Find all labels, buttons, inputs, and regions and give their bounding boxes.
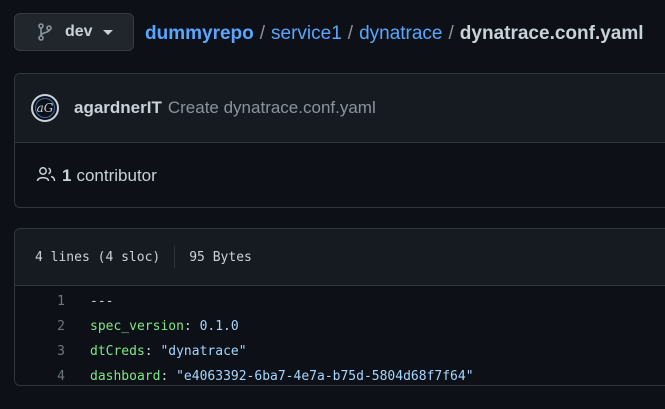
line-number[interactable]: 2 xyxy=(15,319,65,334)
yaml-separator: : xyxy=(144,344,161,359)
breadcrumb-repo-link[interactable]: dummyrepo xyxy=(145,23,254,44)
line-number[interactable]: 1 xyxy=(15,294,65,309)
yaml-value: "e4063392-6ba7-4e7a-b75d-5804d68f7f64" xyxy=(176,369,474,384)
code-line: 3 dtCreds: "dynatrace" xyxy=(15,339,665,364)
breadcrumb-dir-link[interactable]: dynatrace xyxy=(359,23,442,44)
breadcrumb-current-file: dynatrace.conf.yaml xyxy=(459,23,644,44)
line-number[interactable]: 3 xyxy=(15,344,65,359)
yaml-key: dashboard xyxy=(90,369,161,384)
file-header: 4 lines (4 sloc) 95 Bytes xyxy=(15,229,665,286)
line-number[interactable]: 4 xyxy=(15,369,65,384)
code-line: 4 dashboard: "e4063392-6ba7-4e7a-b75d-58… xyxy=(15,364,665,389)
breadcrumb-separator: / xyxy=(448,23,454,44)
latest-commit-box: aG agardnerIT Create dynatrace.conf.yaml… xyxy=(14,73,665,208)
caret-down-icon xyxy=(102,29,113,35)
git-branch-icon xyxy=(37,23,53,41)
yaml-value: "dynatrace" xyxy=(160,344,247,359)
divider xyxy=(174,246,176,268)
line-content: spec_version: 0.1.0 xyxy=(90,319,239,334)
code-line: 2 spec_version: 0.1.0 xyxy=(15,314,665,339)
yaml-value: 0.1.0 xyxy=(199,319,239,334)
contributor-count: 1 xyxy=(62,166,72,185)
yaml-separator: : xyxy=(183,319,200,334)
code-view: 1 --- 2 spec_version: 0.1.0 3 dtCreds: "… xyxy=(15,286,665,389)
yaml-document-start: --- xyxy=(90,294,114,309)
commit-message-link[interactable]: Create dynatrace.conf.yaml xyxy=(168,98,376,118)
yaml-key: spec_version xyxy=(90,319,184,334)
line-content: dashboard: "e4063392-6ba7-4e7a-b75d-5804… xyxy=(90,369,474,384)
avatar-initials: aG xyxy=(36,101,54,115)
branch-name: dev xyxy=(65,23,93,40)
file-size: 95 Bytes xyxy=(189,249,252,265)
commit-author-link[interactable]: agardnerIT xyxy=(74,98,162,118)
branch-selector-button[interactable]: dev xyxy=(14,13,134,51)
contributors-row[interactable]: 1 contributor xyxy=(15,143,665,209)
yaml-key: dtCreds xyxy=(90,344,145,359)
line-content: dtCreds: "dynatrace" xyxy=(90,344,247,359)
file-view-page: dev dummyrepo / service1/dynatrace / dynatra… xyxy=(0,0,665,409)
file-content-box: 4 lines (4 sloc) 95 Bytes 1 --- 2 spec_v… xyxy=(14,228,665,386)
line-content: --- xyxy=(90,294,113,309)
file-line-count: 4 lines (4 sloc) xyxy=(35,249,161,265)
people-icon xyxy=(36,166,56,187)
breadcrumb-dir-link[interactable]: service1 xyxy=(271,23,342,44)
yaml-separator: : xyxy=(160,369,177,384)
breadcrumb-separator: / xyxy=(259,23,266,44)
breadcrumb-separator: / xyxy=(347,23,354,44)
contributor-label: contributor xyxy=(76,166,157,185)
code-line: 1 --- xyxy=(15,289,665,314)
avatar[interactable]: aG xyxy=(31,94,59,122)
commit-header: aG agardnerIT Create dynatrace.conf.yaml xyxy=(15,74,665,143)
breadcrumb: dummyrepo / service1/dynatrace / dynatrace.c… xyxy=(145,22,644,46)
